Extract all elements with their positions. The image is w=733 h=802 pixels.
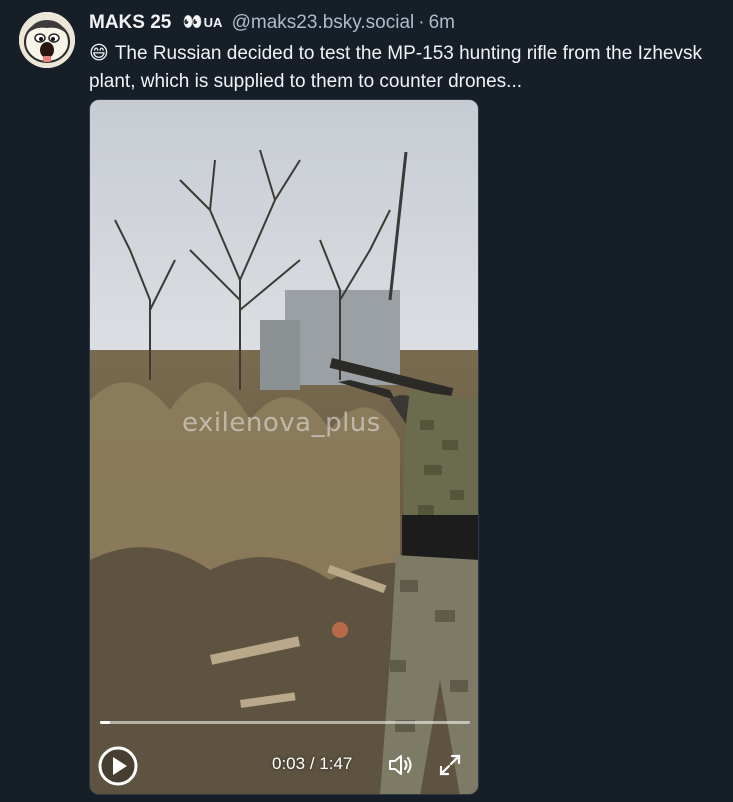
- cartoon-face-avatar-icon: [19, 12, 75, 68]
- fullscreen-button[interactable]: [438, 753, 462, 777]
- grinning-face-icon: 😄: [89, 43, 109, 64]
- video-progress-bar[interactable]: [100, 721, 470, 724]
- play-icon: [98, 746, 138, 786]
- volume-button[interactable]: [387, 752, 415, 778]
- video-player[interactable]: exilenova_plus 0:03 / 1:47: [89, 99, 479, 795]
- post-timestamp[interactable]: 6m: [429, 12, 455, 33]
- duration: 1:47: [319, 754, 353, 773]
- badge-text: UA: [203, 15, 223, 30]
- video-time-readout: 0:03 / 1:47: [272, 754, 352, 774]
- post-text-content: The Russian decided to test the MP-153 h…: [89, 43, 703, 92]
- post-card: MAKS 25 👀 UA @maks23.bsky.social · 6m 😄 The …: [0, 0, 733, 802]
- volume-icon: [389, 755, 412, 775]
- current-time: 0:03: [272, 754, 306, 773]
- post-header: MAKS 25 👀 UA @maks23.bsky.social · 6m: [89, 10, 455, 36]
- time-separator: /: [309, 754, 315, 773]
- play-button[interactable]: [98, 746, 138, 786]
- post-text: 😄 The Russian decided to test the MP-153 …: [89, 40, 719, 96]
- separator-dot: ·: [418, 12, 425, 33]
- eyes-icon: 👀: [182, 14, 203, 31]
- video-watermark: exilenova_plus: [182, 408, 381, 438]
- video-progress-fill: [100, 721, 111, 724]
- author-badge: 👀 UA: [183, 10, 223, 36]
- fullscreen-icon: [439, 754, 461, 776]
- author-display-name[interactable]: MAKS 25: [89, 12, 171, 33]
- author-handle[interactable]: @maks23.bsky.social: [232, 12, 415, 33]
- video-frame: [90, 100, 478, 794]
- avatar[interactable]: [19, 12, 75, 68]
